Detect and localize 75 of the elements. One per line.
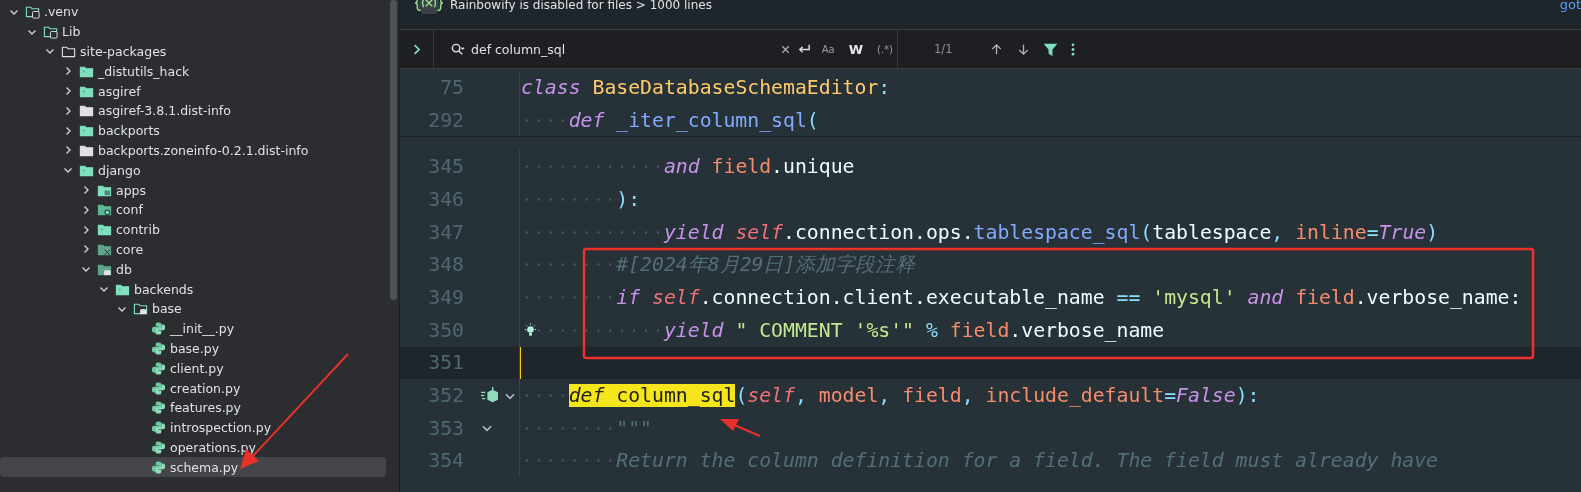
folder-icon (43, 24, 58, 40)
tree-item[interactable]: creation.py (0, 378, 386, 398)
code-line: Return the column definition for a field. The field must already have (519, 444, 1439, 478)
line-number: 354 (427, 449, 464, 473)
code-line: yield self.connection.ops.tablespace_sql(tablespace, inline=True) (519, 215, 1439, 249)
python-file-icon (151, 439, 166, 455)
search-icon[interactable] (450, 41, 465, 57)
annotation-arrow (720, 419, 761, 437)
folder-icon (133, 301, 148, 317)
code-line: def _iter_column_sql( (519, 103, 819, 137)
tree-item[interactable]: schema.py (0, 457, 386, 478)
folder-icon (79, 123, 94, 139)
search-option-toggle[interactable]: W (844, 39, 867, 59)
code-line: yield " COMMENT '%s'" % field.verbose_name (519, 313, 1165, 347)
line-number: 75 (439, 75, 464, 99)
python-file-icon (151, 321, 166, 337)
tree-item[interactable]: __init__.py (0, 318, 386, 339)
folder-icon (79, 103, 94, 119)
line-number: 292 (427, 108, 464, 132)
tree-item[interactable]: backends (0, 279, 386, 299)
line-number: 347 (427, 220, 464, 244)
python-file-icon (151, 380, 166, 396)
tree-item[interactable]: introspection.py (0, 417, 386, 438)
line-number: 350 (427, 318, 464, 342)
tree-item[interactable]: operations.py (0, 437, 386, 458)
code-line: def column_sql(self, model, field, include_default=False): (519, 379, 1260, 412)
line-number: 348 (427, 253, 464, 277)
tree-item[interactable]: site-packages (0, 41, 386, 62)
search-option-toggle[interactable]: Aa (817, 41, 839, 57)
tree-item[interactable]: Lib (0, 21, 386, 42)
scrollbar[interactable] (390, 0, 397, 300)
more-icon[interactable] (1069, 41, 1076, 57)
line-number: 352 (427, 384, 464, 408)
tree-item[interactable]: asgiref (0, 81, 386, 101)
match-count: 1/1 (934, 42, 953, 56)
banner-link[interactable]: got (1559, 0, 1581, 12)
line-number: 349 (427, 285, 464, 309)
tree-item[interactable]: base.py (0, 338, 386, 359)
search-option-toggle[interactable]: (.*) (873, 41, 897, 57)
code-line: class BaseDatabaseSchemaEditor: (520, 74, 891, 101)
code-line: if self.connection.client.executable_name == 'mysql' and field.verbose_name: (519, 281, 1522, 314)
tree-item[interactable]: asgiref-3.8.1.dist-info (0, 101, 386, 121)
python-file-icon (151, 459, 166, 475)
close-icon[interactable] (779, 43, 791, 55)
python-file-icon (151, 400, 166, 416)
tree-item[interactable]: contrib (0, 219, 386, 240)
tree-item[interactable]: apps (0, 180, 386, 200)
code-line: and field.unique (519, 150, 855, 184)
line-number: 353 (427, 416, 464, 440)
tree-item[interactable]: backports (0, 120, 386, 141)
folder-icon (97, 222, 112, 238)
line-number: 345 (427, 155, 464, 179)
tree-item[interactable]: conf (0, 199, 386, 220)
tree-item[interactable]: .venv (0, 2, 386, 22)
tree-item[interactable]: backports.zoneinfo-0.2.1.dist-info (0, 140, 386, 161)
filter-icon[interactable] (1042, 41, 1058, 57)
tree-item[interactable]: db (0, 259, 386, 280)
line-number: 346 (427, 187, 464, 211)
folder-icon (61, 44, 76, 59)
code-line: #[2024年8月29日]添加字段注释 (519, 248, 916, 282)
banner-message: Rainbowify is disabled for files > 1000 lines (450, 0, 712, 11)
tree-item[interactable]: _distutils_hack (0, 61, 386, 82)
lightbulb-icon[interactable] (523, 322, 538, 338)
python-file-icon (151, 420, 166, 436)
tree-item[interactable]: client.py (0, 358, 386, 379)
search-field[interactable]: def column_sql Aa W (.*) (434, 30, 898, 68)
line-number: 351 (427, 351, 464, 375)
tree-item[interactable]: base (0, 298, 386, 319)
tree-item[interactable]: core (0, 239, 386, 260)
tree-item[interactable]: features.py (0, 397, 386, 418)
tree-item[interactable]: django (0, 160, 386, 181)
python-file-icon (151, 360, 166, 376)
folder-icon (97, 202, 112, 218)
folder-icon (25, 4, 40, 20)
python-file-icon (151, 340, 166, 356)
